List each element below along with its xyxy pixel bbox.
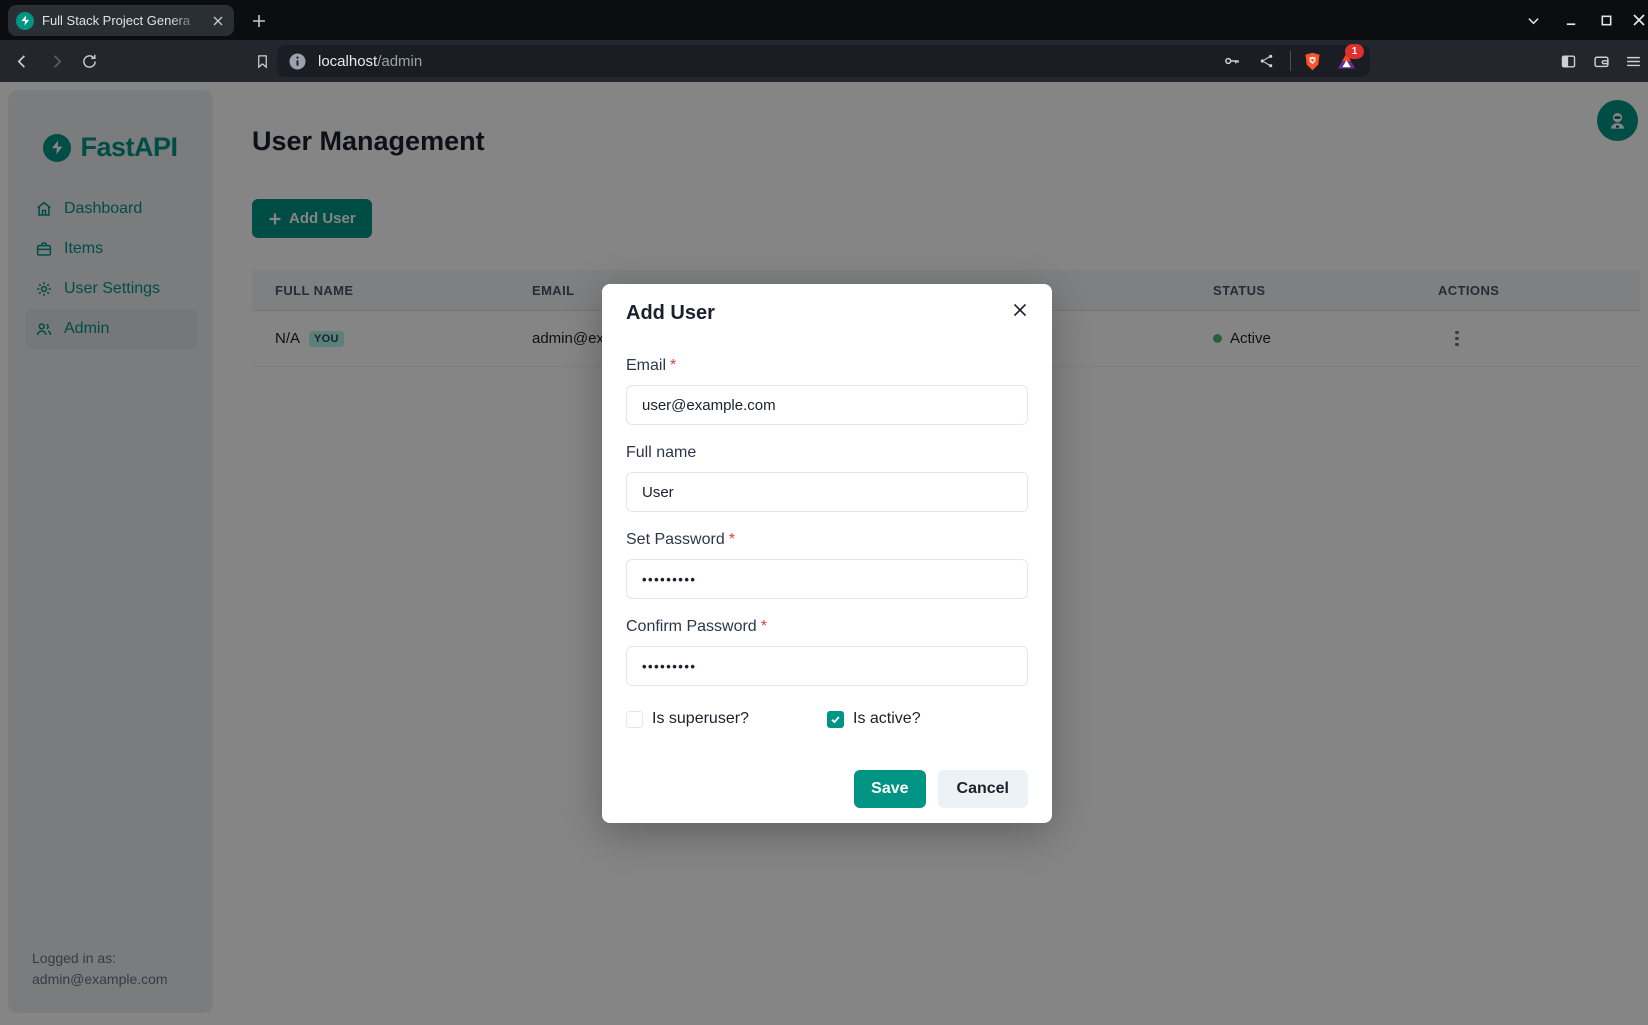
- modal-close-icon[interactable]: [1009, 299, 1031, 321]
- is-superuser-checkbox[interactable]: Is superuser?: [626, 710, 827, 728]
- wallet-icon[interactable]: [1589, 49, 1613, 73]
- full-name-field-group: Full name: [626, 443, 1028, 512]
- required-asterisk: *: [729, 531, 735, 548]
- window-close-button[interactable]: [1626, 7, 1648, 33]
- modal-title: Add User: [626, 300, 1028, 326]
- browser-tab[interactable]: Full Stack Project Genera: [8, 5, 234, 36]
- set-password-input[interactable]: [626, 559, 1028, 599]
- confirm-password-input[interactable]: [626, 646, 1028, 686]
- fastapi-favicon-icon: [16, 12, 34, 30]
- set-password-field-group: Set Password*: [626, 530, 1028, 599]
- tab-close-icon[interactable]: [210, 13, 226, 29]
- brave-rewards-icon[interactable]: 1: [1334, 49, 1358, 73]
- save-button[interactable]: Save: [854, 770, 925, 808]
- email-field-group: Email*: [626, 356, 1028, 425]
- checkbox-row: Is superuser? Is active?: [626, 710, 1028, 728]
- sidebar-toggle-icon[interactable]: [1556, 49, 1580, 73]
- window-minimize-button[interactable]: [1558, 7, 1584, 33]
- tab-strip: Full Stack Project Genera: [0, 0, 1648, 40]
- site-info-icon[interactable]: [289, 53, 306, 70]
- password-key-icon[interactable]: [1220, 49, 1244, 73]
- share-icon[interactable]: [1255, 49, 1279, 73]
- email-input[interactable]: [626, 385, 1028, 425]
- required-asterisk: *: [670, 357, 676, 374]
- confirm-password-label: Confirm Password*: [626, 617, 1028, 636]
- required-asterisk: *: [761, 618, 767, 635]
- email-label: Email*: [626, 356, 1028, 375]
- confirm-password-field-group: Confirm Password*: [626, 617, 1028, 686]
- tab-search-chevron-icon[interactable]: [1520, 7, 1546, 33]
- back-button[interactable]: [10, 49, 34, 73]
- forward-button[interactable]: [44, 49, 68, 73]
- rewards-notification-badge: 1: [1345, 44, 1364, 59]
- reload-button[interactable]: [77, 49, 101, 73]
- page-viewport: FastAPI Dashboard Items: [0, 82, 1648, 1025]
- cancel-button[interactable]: Cancel: [938, 770, 1028, 808]
- url-path: /admin: [377, 53, 422, 70]
- toolbar-divider: [1290, 51, 1291, 71]
- window-maximize-button[interactable]: [1593, 7, 1619, 33]
- checkbox-checked-icon[interactable]: [827, 711, 844, 728]
- is-active-label: Is active?: [853, 710, 921, 728]
- browser-toolbar: localhost /admin 1: [0, 40, 1648, 82]
- menu-hamburger-icon[interactable]: [1621, 49, 1645, 73]
- bookmark-icon[interactable]: [250, 49, 274, 73]
- full-name-input[interactable]: [626, 472, 1028, 512]
- full-name-label: Full name: [626, 443, 1028, 462]
- new-tab-button[interactable]: [246, 8, 272, 34]
- url-host: localhost: [318, 53, 377, 70]
- add-user-modal: Add User Email* Full name Set Password*: [602, 284, 1052, 823]
- tab-title: Full Stack Project Genera: [42, 13, 206, 28]
- is-active-checkbox[interactable]: Is active?: [827, 710, 921, 728]
- url-bar[interactable]: localhost /admin 1: [277, 45, 1370, 77]
- browser-window: Full Stack Project Genera: [0, 0, 1648, 1025]
- is-superuser-label: Is superuser?: [652, 710, 749, 728]
- modal-footer: Save Cancel: [626, 770, 1028, 808]
- checkbox-unchecked-icon[interactable]: [626, 711, 643, 728]
- brave-shield-icon[interactable]: [1302, 51, 1323, 72]
- set-password-label: Set Password*: [626, 530, 1028, 549]
